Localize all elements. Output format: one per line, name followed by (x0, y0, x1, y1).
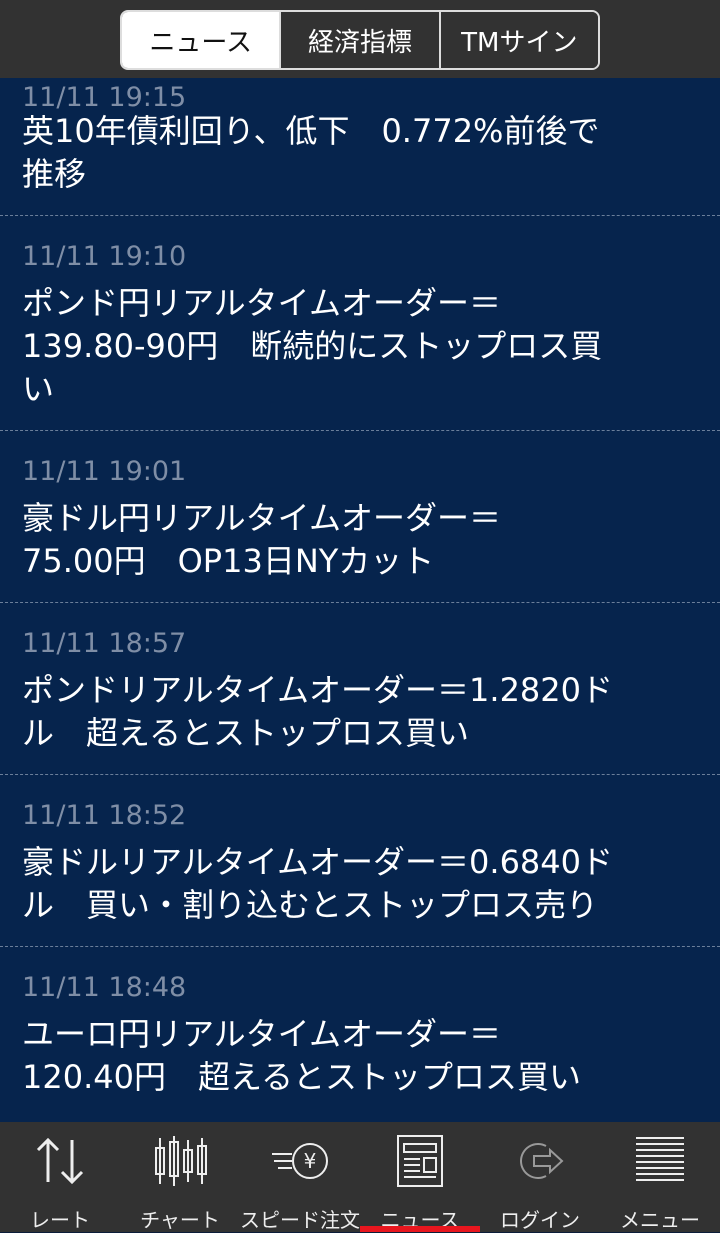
news-list[interactable]: 11/11 19:15 英10年債利回り、低下 0.772%前後で 推移 11/1… (0, 78, 720, 1122)
top-bar: ニュース 経済指標 TMサイン (0, 0, 720, 78)
login-arrow-icon (510, 1132, 570, 1190)
bottom-tab-bar: レート チャート ¥ スピード注文 ニュース ログイン メニュー (0, 1122, 720, 1232)
tab-rate[interactable]: レート (0, 1122, 120, 1232)
tab-speed-order[interactable]: ¥ スピード注文 (240, 1122, 360, 1232)
tab-label: メニュー (620, 1208, 700, 1232)
newspaper-icon (390, 1132, 450, 1190)
tab-news[interactable]: ニュース (360, 1122, 480, 1232)
news-time: 11/11 19:01 (22, 456, 187, 487)
tab-label: チャート (140, 1208, 220, 1232)
news-item[interactable]: 11/11 18:48 ユーロ円リアルタイムオーダー＝ 120.40円 超えるとス… (0, 947, 720, 1122)
news-headline: 豪ドルリアルタイムオーダー＝0.6840ドル 買い・割り込むとストップロス売り (22, 843, 614, 924)
news-time: 11/11 19:10 (22, 241, 187, 272)
news-time: 11/11 18:48 (22, 972, 187, 1003)
news-time: 11/11 19:15 (22, 82, 187, 113)
news-time: 11/11 18:52 (22, 800, 187, 831)
menu-lines-icon (630, 1132, 690, 1190)
tab-menu[interactable]: メニュー (600, 1122, 720, 1232)
news-time: 11/11 18:57 (22, 628, 187, 659)
segment-tm-sign[interactable]: TMサイン (438, 12, 598, 68)
tab-chart[interactable]: チャート (120, 1122, 240, 1232)
news-headline: ポンドリアルタイムオーダー＝1.2820ドル 超えるとストップロス買い (22, 671, 614, 752)
news-item[interactable]: 11/11 18:57 ポンドリアルタイムオーダー＝1.2820ドル 超えるとス… (0, 603, 720, 775)
speed-order-yen-icon: ¥ (270, 1132, 330, 1190)
news-headline: ポンド円リアルタイムオーダー＝ 139.80-90円 断続的にストップロス買い (22, 284, 603, 408)
rate-arrows-icon (30, 1132, 90, 1190)
news-item[interactable]: 11/11 19:15 英10年債利回り、低下 0.772%前後で 推移 (0, 78, 720, 216)
tab-label: スピード注文 (240, 1208, 360, 1232)
news-headline: ユーロ円リアルタイムオーダー＝ 120.40円 超えるとストップロス買い (22, 1015, 582, 1096)
tab-login[interactable]: ログイン (480, 1122, 600, 1232)
tab-label: ログイン (500, 1208, 580, 1232)
candlestick-icon (150, 1132, 210, 1190)
svg-text:¥: ¥ (304, 1149, 317, 1173)
segmented-control: ニュース 経済指標 TMサイン (120, 10, 600, 70)
segment-news[interactable]: ニュース (122, 12, 280, 68)
news-headline: 英10年債利回り、低下 0.772%前後で 推移 (22, 112, 600, 193)
tab-label: ニュース (380, 1208, 460, 1232)
news-item[interactable]: 11/11 18:52 豪ドルリアルタイムオーダー＝0.6840ドル 買い・割り… (0, 775, 720, 947)
news-item[interactable]: 11/11 19:01 豪ドル円リアルタイムオーダー＝ 75.00円 OP13日N… (0, 431, 720, 603)
news-headline: 豪ドル円リアルタイムオーダー＝ 75.00円 OP13日NYカット (22, 499, 502, 580)
tab-label: レート (30, 1208, 90, 1232)
news-item[interactable]: 11/11 19:10 ポンド円リアルタイムオーダー＝ 139.80-90円 断続… (0, 216, 720, 431)
segment-economic-indicators[interactable]: 経済指標 (279, 12, 439, 68)
